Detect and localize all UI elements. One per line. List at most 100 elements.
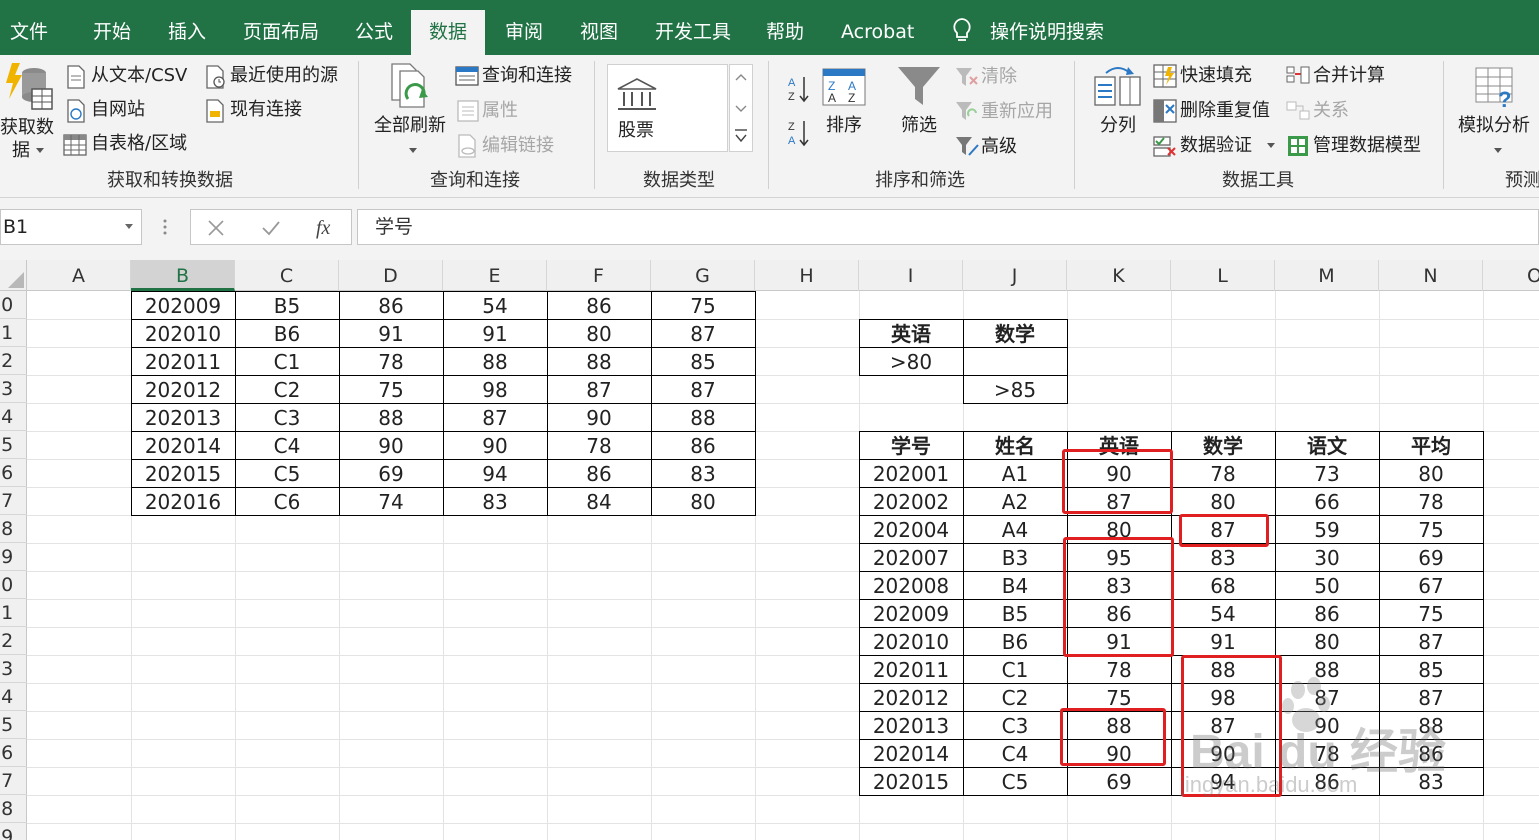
cell-C17[interactable]: C6 xyxy=(235,487,339,515)
cell-K20[interactable]: 83 xyxy=(1067,571,1171,599)
cell-D15[interactable]: 90 xyxy=(339,431,443,459)
cell-D14[interactable]: 88 xyxy=(339,403,443,431)
select-all-corner[interactable] xyxy=(0,260,27,291)
cell-M19[interactable]: 30 xyxy=(1275,543,1379,571)
row-header-17[interactable]: 17 xyxy=(0,487,27,515)
cell-B16[interactable]: 202015 xyxy=(131,459,235,487)
reapply-button[interactable]: 重新应用 xyxy=(981,100,1053,124)
cell-N15[interactable]: 平均 xyxy=(1379,431,1483,459)
relationships-button[interactable]: 关系 xyxy=(1313,99,1349,123)
tab-review[interactable]: 审阅 xyxy=(505,10,543,55)
cell-M26[interactable]: 78 xyxy=(1275,739,1379,767)
cell-K15[interactable]: 英语 xyxy=(1067,431,1171,459)
cell-K19[interactable]: 95 xyxy=(1067,543,1171,571)
get-data-button[interactable]: 获取数 xyxy=(0,116,54,140)
cell-K24[interactable]: 75 xyxy=(1067,683,1171,711)
cell-J23[interactable]: C1 xyxy=(963,655,1067,683)
cell-G14[interactable]: 88 xyxy=(651,403,755,431)
cell-C13[interactable]: C2 xyxy=(235,375,339,403)
cell-K23[interactable]: 78 xyxy=(1067,655,1171,683)
from-text-csv-button[interactable]: 从文本/CSV xyxy=(91,64,187,88)
cell-L20[interactable]: 68 xyxy=(1171,571,1275,599)
cell-D12[interactable]: 78 xyxy=(339,347,443,375)
row-header-21[interactable]: 21 xyxy=(0,599,27,627)
cell-B15[interactable]: 202014 xyxy=(131,431,235,459)
cell-K26[interactable]: 90 xyxy=(1067,739,1171,767)
row-header-14[interactable]: 14 xyxy=(0,403,27,431)
column-header-D[interactable]: D xyxy=(339,260,443,291)
cell-M27[interactable]: 86 xyxy=(1275,767,1379,795)
row-header-24[interactable]: 24 xyxy=(0,683,27,711)
cell-F14[interactable]: 90 xyxy=(547,403,651,431)
column-header-C[interactable]: C xyxy=(235,260,339,291)
cell-J15[interactable]: 姓名 xyxy=(963,431,1067,459)
row-header-29[interactable]: 29 xyxy=(0,823,27,840)
tab-acrobat[interactable]: Acrobat xyxy=(841,10,914,55)
cell-L27[interactable]: 94 xyxy=(1171,767,1275,795)
cell-I16[interactable]: 202001 xyxy=(859,459,963,487)
cell-B17[interactable]: 202016 xyxy=(131,487,235,515)
cell-N19[interactable]: 69 xyxy=(1379,543,1483,571)
cell-B13[interactable]: 202012 xyxy=(131,375,235,403)
cell-I11[interactable]: 英语 xyxy=(859,319,963,347)
cell-J25[interactable]: C3 xyxy=(963,711,1067,739)
cell-J26[interactable]: C4 xyxy=(963,739,1067,767)
cell-D16[interactable]: 69 xyxy=(339,459,443,487)
tab-data[interactable]: 数据 xyxy=(411,10,485,55)
cell-N27[interactable]: 83 xyxy=(1379,767,1483,795)
tab-home[interactable]: 开始 xyxy=(93,10,131,55)
row-header-28[interactable]: 28 xyxy=(0,795,27,823)
data-validation-button[interactable]: 数据验证 xyxy=(1180,134,1252,158)
drag-handle-icon[interactable] xyxy=(160,216,170,238)
column-header-E[interactable]: E xyxy=(443,260,547,291)
queries-connections-button[interactable]: 查询和连接 xyxy=(482,64,572,88)
cell-L22[interactable]: 91 xyxy=(1171,627,1275,655)
from-web-button[interactable]: 自网站 xyxy=(91,98,145,122)
chevron-down-icon[interactable] xyxy=(1267,143,1275,148)
manage-data-model-button[interactable]: 管理数据模型 xyxy=(1313,134,1421,158)
cell-N23[interactable]: 85 xyxy=(1379,655,1483,683)
cell-I21[interactable]: 202009 xyxy=(859,599,963,627)
cell-M21[interactable]: 86 xyxy=(1275,599,1379,627)
cell-M23[interactable]: 88 xyxy=(1275,655,1379,683)
existing-connections-button[interactable]: 现有连接 xyxy=(230,98,302,122)
cell-M15[interactable]: 语文 xyxy=(1275,431,1379,459)
cell-G12[interactable]: 85 xyxy=(651,347,755,375)
cell-I13[interactable] xyxy=(859,375,963,403)
cell-E10[interactable]: 54 xyxy=(443,291,547,319)
cell-L16[interactable]: 78 xyxy=(1171,459,1275,487)
cell-I26[interactable]: 202014 xyxy=(859,739,963,767)
cell-I12[interactable]: >80 xyxy=(859,347,963,375)
cell-I17[interactable]: 202002 xyxy=(859,487,963,515)
cell-J24[interactable]: C2 xyxy=(963,683,1067,711)
cell-G13[interactable]: 87 xyxy=(651,375,755,403)
cell-N25[interactable]: 88 xyxy=(1379,711,1483,739)
cell-I22[interactable]: 202010 xyxy=(859,627,963,655)
cell-J27[interactable]: C5 xyxy=(963,767,1067,795)
column-header-F[interactable]: F xyxy=(547,260,651,291)
cell-G11[interactable]: 87 xyxy=(651,319,755,347)
cell-I27[interactable]: 202015 xyxy=(859,767,963,795)
cell-I24[interactable]: 202012 xyxy=(859,683,963,711)
column-header-L[interactable]: L xyxy=(1171,260,1275,291)
cell-K17[interactable]: 87 xyxy=(1067,487,1171,515)
cell-C16[interactable]: C5 xyxy=(235,459,339,487)
cell-F12[interactable]: 88 xyxy=(547,347,651,375)
sort-button[interactable]: 排序 xyxy=(826,114,862,138)
row-header-19[interactable]: 19 xyxy=(0,543,27,571)
cell-N21[interactable]: 75 xyxy=(1379,599,1483,627)
chevron-down-icon[interactable] xyxy=(125,224,133,229)
cell-L19[interactable]: 83 xyxy=(1171,543,1275,571)
worksheet-grid[interactable]: ABCDEFGHIJKLMNO 101112131415161718192021… xyxy=(0,260,1539,840)
cell-B12[interactable]: 202011 xyxy=(131,347,235,375)
cell-K25[interactable]: 88 xyxy=(1067,711,1171,739)
cell-G16[interactable]: 83 xyxy=(651,459,755,487)
cell-J13[interactable]: >85 xyxy=(963,375,1067,403)
cell-J20[interactable]: B4 xyxy=(963,571,1067,599)
cell-I19[interactable]: 202007 xyxy=(859,543,963,571)
clear-button[interactable]: 清除 xyxy=(981,65,1017,89)
cell-I23[interactable]: 202011 xyxy=(859,655,963,683)
column-header-H[interactable]: H xyxy=(755,260,859,291)
cell-N24[interactable]: 87 xyxy=(1379,683,1483,711)
cell-J21[interactable]: B5 xyxy=(963,599,1067,627)
